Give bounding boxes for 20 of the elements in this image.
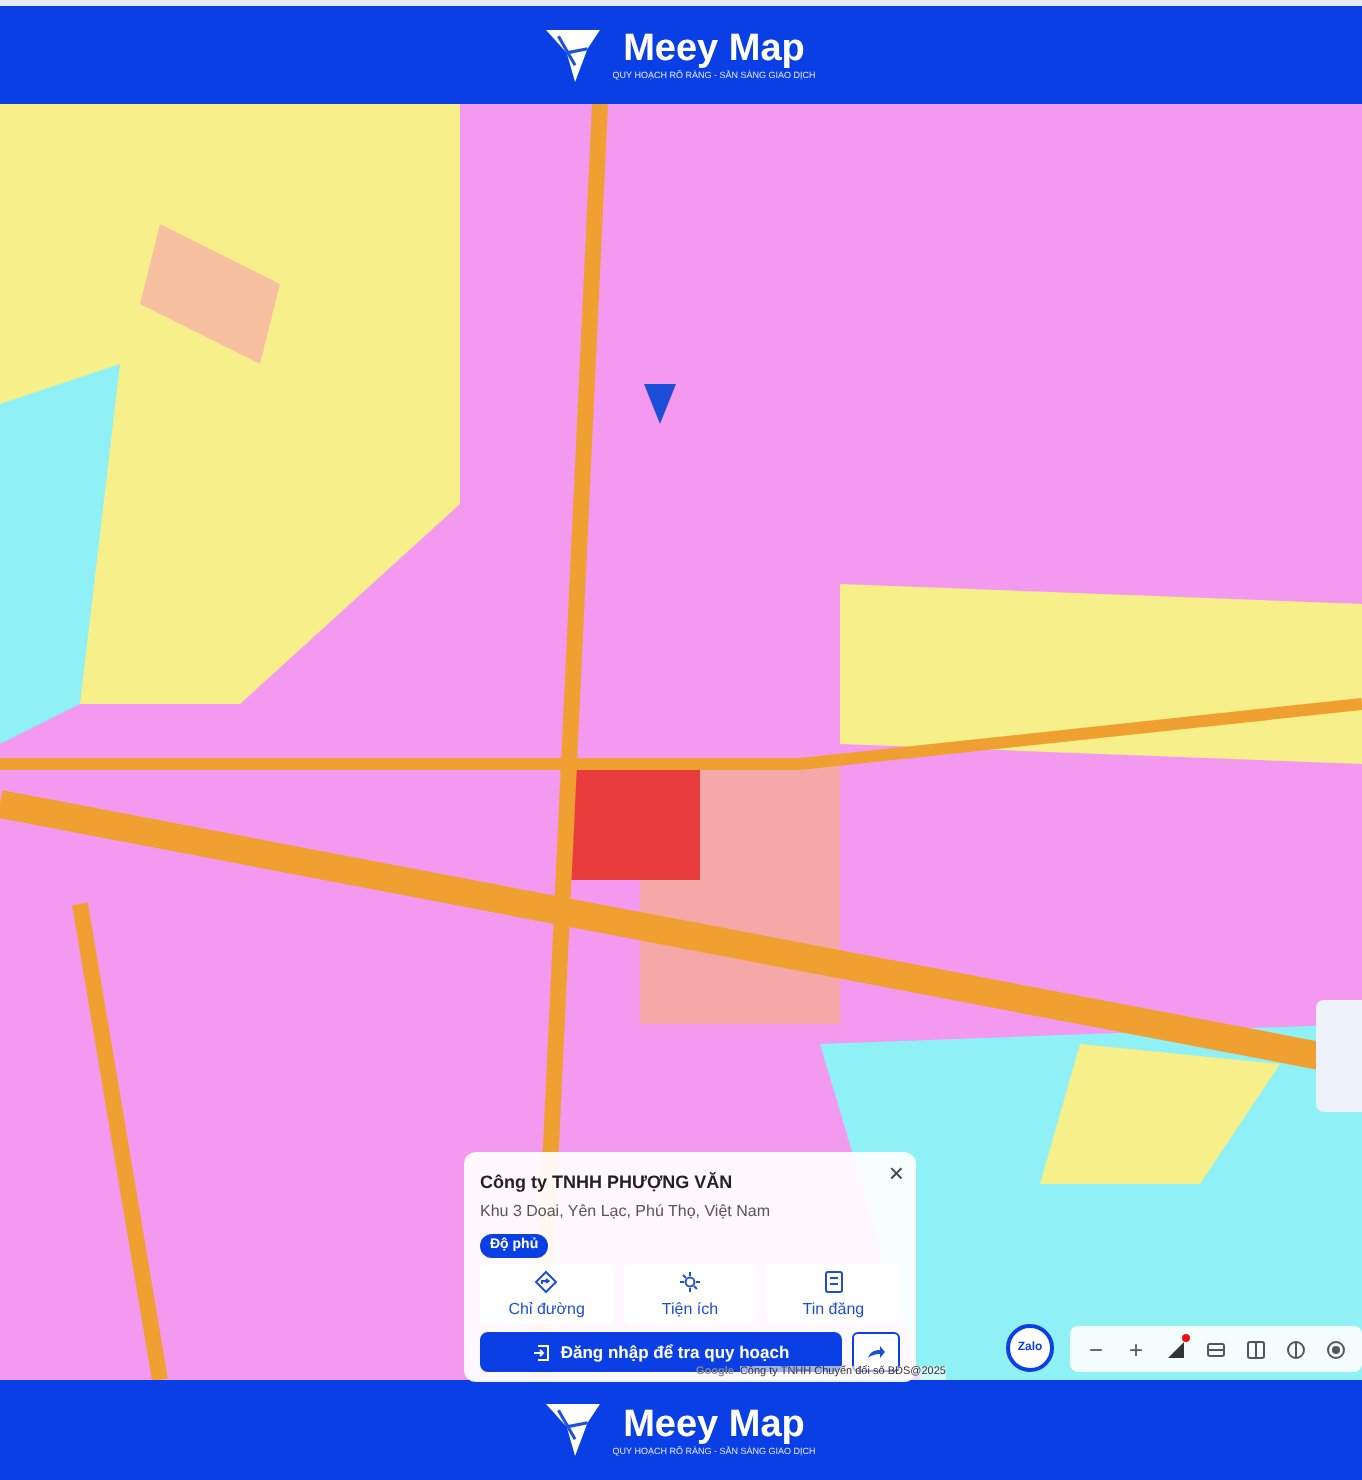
share-icon bbox=[866, 1342, 886, 1362]
zoom-out-button[interactable]: − bbox=[1076, 1329, 1116, 1369]
login-icon bbox=[532, 1343, 551, 1361]
half-circle-icon bbox=[1286, 1339, 1306, 1359]
close-button[interactable]: × bbox=[888, 1158, 904, 1188]
locate-icon bbox=[1326, 1339, 1346, 1359]
brand-name: Meey Map bbox=[623, 1405, 805, 1445]
split-view-icon bbox=[1246, 1339, 1266, 1359]
panel-icon bbox=[1206, 1339, 1226, 1359]
amenities-button[interactable]: Tiện ích bbox=[623, 1264, 757, 1324]
directions-button[interactable]: Chỉ đường bbox=[480, 1264, 614, 1324]
place-title: Công ty TNHH PHƯỢNG VĂN bbox=[480, 1172, 733, 1194]
zoom-in-button[interactable]: + bbox=[1116, 1329, 1156, 1369]
directions-icon bbox=[534, 1269, 559, 1293]
layers-icon bbox=[1166, 1339, 1186, 1359]
brand-name: Meey Map bbox=[623, 30, 805, 70]
listings-button[interactable]: Tin đăng bbox=[766, 1264, 901, 1324]
location-pin-icon[interactable] bbox=[644, 384, 676, 424]
place-address: Khu 3 Doai, Yên Lạc, Phú Thọ, Việt Nam bbox=[480, 1202, 772, 1222]
document-icon bbox=[821, 1269, 846, 1293]
